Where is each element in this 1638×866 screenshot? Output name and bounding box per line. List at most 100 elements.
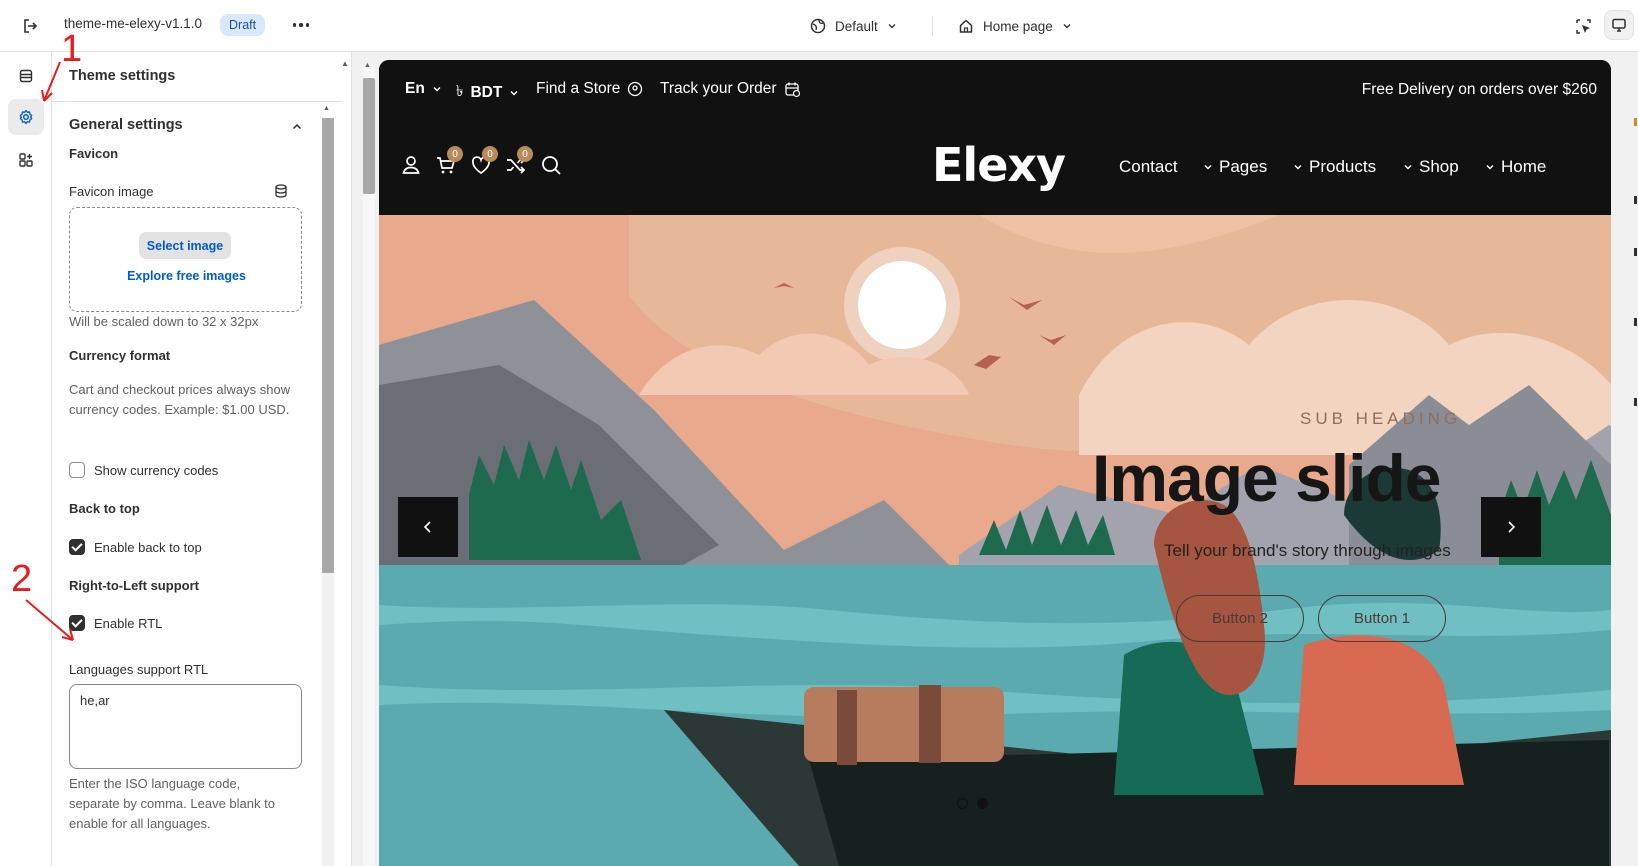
currency-selector[interactable]: ৳ BDT: [456, 80, 519, 105]
languages-rtl-label: Languages support RTL: [69, 662, 209, 677]
wishlist-button[interactable]: 0: [470, 146, 498, 176]
status-badge: Draft: [220, 14, 266, 36]
nav-products[interactable]: Products: [1293, 157, 1376, 177]
currency-heading: Currency format: [69, 348, 171, 363]
nav-shop[interactable]: Shop: [1403, 157, 1459, 177]
language-selector[interactable]: En: [405, 80, 442, 98]
slide-next-button[interactable]: [1481, 497, 1541, 557]
storefront-preview: En ৳ BDT Find a Store Track your Order F…: [379, 60, 1611, 866]
enable-back-to-top-checkbox[interactable]: [69, 539, 85, 555]
slide-dot-1[interactable]: [957, 798, 968, 809]
cart-button[interactable]: 0: [435, 146, 463, 176]
scrollbar-thumb[interactable]: [322, 118, 334, 573]
hero-button-1[interactable]: Button 1: [1318, 595, 1446, 642]
preset-label: Default: [835, 18, 878, 34]
scroll-up-icon[interactable]: ▲: [323, 105, 330, 112]
inspector-button[interactable]: [1570, 13, 1596, 39]
theme-settings-panel: Theme settings ▲ ▲ General settings Favi…: [52, 52, 352, 866]
preset-selector[interactable]: Default: [810, 14, 897, 38]
slide-prev-button[interactable]: [398, 497, 458, 557]
chevron-left-icon: [423, 521, 431, 533]
exit-button[interactable]: [16, 12, 44, 40]
explore-free-images-link[interactable]: Explore free images: [70, 269, 303, 283]
language-label: En: [405, 80, 425, 97]
gear-icon: [19, 109, 33, 125]
nav-contact[interactable]: Contact: [1119, 157, 1178, 177]
languages-rtl-input[interactable]: [69, 684, 302, 769]
compare-button[interactable]: 0: [505, 146, 533, 176]
location-pin-icon: [628, 81, 643, 97]
announcement-bar: En ৳ BDT Find a Store Track your Order F…: [379, 60, 1611, 120]
home-icon: [959, 19, 973, 33]
find-store-link[interactable]: Find a Store: [536, 80, 643, 98]
divider: [52, 101, 342, 102]
show-currency-codes-checkbox[interactable]: [69, 462, 85, 478]
slide-dot-2[interactable]: [977, 798, 988, 809]
collapse-button[interactable]: [288, 118, 306, 136]
chevron-down-icon: [888, 24, 896, 29]
panel-title: Theme settings: [69, 68, 176, 84]
globe-icon: [810, 18, 826, 34]
apps-button[interactable]: [8, 142, 44, 178]
nav-pages[interactable]: Pages: [1203, 157, 1267, 177]
sections-button[interactable]: [8, 58, 44, 94]
favicon-dropzone[interactable]: Select image Explore free images: [69, 207, 302, 312]
enable-back-to-top-label[interactable]: Enable back to top: [94, 540, 202, 555]
chevron-up-icon: [292, 123, 302, 130]
calendar-icon: [784, 82, 800, 97]
store-logo[interactable]: Elexy: [932, 138, 1066, 192]
ellipsis-icon: [292, 23, 297, 27]
chevron-down-icon: [1204, 165, 1212, 170]
back-to-top-heading: Back to top: [69, 501, 140, 516]
search-icon: [542, 156, 561, 175]
enable-rtl-checkbox[interactable]: [69, 615, 85, 631]
wishlist-count-badge: 0: [482, 146, 498, 162]
clipped-sidebar-edge: [1634, 118, 1637, 406]
hero-title: Image slide: [1092, 441, 1441, 515]
nav-home[interactable]: Home: [1485, 157, 1546, 177]
hero-text: Tell your brand's story through images: [1164, 541, 1451, 560]
show-currency-codes-label[interactable]: Show currency codes: [94, 463, 218, 478]
user-icon: [402, 156, 420, 174]
preview-scrollbar-thumb[interactable]: [363, 78, 375, 194]
languages-rtl-help: Enter the ISO language code, separate by…: [69, 776, 275, 831]
select-image-button[interactable]: Select image: [139, 232, 231, 259]
store-header: 0 0 0 Elexy Contact Pages Products Shop: [379, 120, 1611, 215]
cart-count-badge: 0: [447, 146, 463, 162]
nav-home-label: Home: [1501, 157, 1547, 176]
search-button[interactable]: [540, 154, 562, 176]
scroll-up-icon[interactable]: ▲: [341, 59, 349, 68]
compare-count-badge: 0: [517, 146, 533, 162]
free-delivery-text: Free Delivery on orders over $260: [1361, 81, 1597, 98]
currency-label: BDT: [470, 83, 503, 101]
track-order-label: Track your Order: [660, 80, 777, 97]
annotation-marker-2: 2: [11, 558, 33, 600]
nav-products-label: Products: [1309, 157, 1377, 176]
favicon-help: Will be scaled down to 32 x 32px: [69, 314, 259, 329]
favicon-heading: Favicon: [69, 146, 119, 161]
chevron-down-icon: [510, 90, 518, 95]
account-button[interactable]: [400, 154, 422, 176]
hero-slideshow: SUB HEADING Image slide Tell your brand'…: [379, 215, 1611, 866]
database-icon[interactable]: [274, 184, 288, 198]
sections-icon: [19, 69, 33, 83]
exit-icon: [24, 19, 38, 33]
find-store-label: Find a Store: [536, 80, 621, 97]
nav-pages-label: Pages: [1219, 157, 1268, 176]
hero-sub-heading: SUB HEADING: [1300, 409, 1462, 428]
chevron-down-icon: [1294, 165, 1302, 170]
track-order-link[interactable]: Track your Order: [660, 80, 801, 98]
hero-button-2[interactable]: Button 2: [1176, 595, 1304, 642]
desktop-view-button[interactable]: [1604, 10, 1634, 40]
desktop-icon: [1612, 18, 1626, 32]
chevron-down-icon: [1063, 24, 1071, 29]
cursor-select-icon: [1575, 18, 1591, 34]
section-title[interactable]: General settings: [69, 117, 183, 133]
more-actions-button[interactable]: [288, 12, 314, 38]
enable-rtl-label[interactable]: Enable RTL: [94, 616, 162, 631]
theme-settings-button[interactable]: [8, 99, 44, 135]
editor-topbar: theme-me-elexy-v1.1.0 Draft Default Home…: [0, 0, 1638, 52]
chevron-down-icon: [1486, 165, 1494, 170]
scroll-up-icon[interactable]: ▲: [364, 62, 371, 69]
page-selector[interactable]: Home page: [958, 14, 1072, 38]
